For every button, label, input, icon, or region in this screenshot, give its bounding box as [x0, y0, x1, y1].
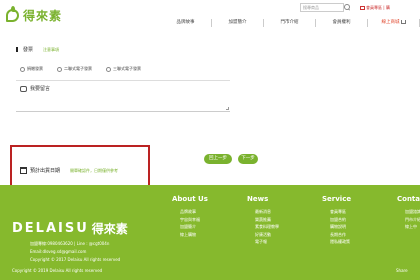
footer-col-service: Service 會員專區 加盟合約 購物說明 長期合作 隱私權政策	[300, 195, 375, 246]
footer-col-title: News	[247, 195, 269, 203]
footer-col-about: About Us 品牌故事 宇宙與幸福 加盟簡介 線上購物	[150, 195, 225, 246]
leaf-logo-icon	[6, 6, 19, 22]
option-three-part-invoice[interactable]: 三聯式電子發票	[106, 66, 141, 72]
delivery-date-row: 預計出貨日期 開單確認件，日期僅供參考	[20, 167, 118, 174]
footer-link[interactable]: 樂蔬推薦	[225, 216, 300, 224]
site-logo[interactable]: 得來素	[6, 6, 63, 24]
nav-brand-story[interactable]: 品牌故事	[160, 19, 212, 27]
site-header: 得來素 搜尋商品 會員專區 | 購 品牌故事 加盟簡介 門市介紹 會員權利 線上…	[0, 0, 420, 30]
footer-contact-info: 加盟專線:0980463620 | Line : @cgt004n Email:…	[30, 240, 120, 264]
footer-link[interactable]: 線上中	[375, 223, 420, 231]
copyright-line: Copyright © 2017 Delaisu All rights rese…	[30, 257, 121, 262]
footer-link[interactable]: 宇宙與幸福	[150, 216, 225, 224]
section-marker-icon	[16, 47, 20, 52]
footer-link[interactable]: 加盟簡介	[150, 223, 225, 231]
form-buttons: 回上一步 下一步	[204, 154, 258, 164]
footer-link[interactable]: 線上購物	[150, 231, 225, 239]
footer-link[interactable]: 最新消息	[225, 208, 300, 216]
footer-logo: DELAISU 得來素	[12, 220, 128, 237]
radio-icon[interactable]	[20, 66, 25, 72]
radio-icon[interactable]	[57, 66, 62, 72]
logo-text: 得來素	[23, 9, 63, 23]
footer-columns: About Us 品牌故事 宇宙與幸福 加盟簡介 線上購物 News 最新消息 …	[150, 195, 420, 246]
footer-col-news: News 最新消息 樂蔬推薦 素食料理教學 好康活動 電子報	[225, 195, 300, 246]
footer-link[interactable]: 加盟合約	[300, 216, 375, 224]
footer-link[interactable]: 長期合作	[300, 231, 375, 239]
site-footer: DELAISU 得來素 加盟專線:0980463620 | Line : @cg…	[0, 185, 420, 280]
footer-brand-cn: 得來素	[91, 222, 128, 236]
footer-link[interactable]: 素食料理教學	[225, 223, 300, 231]
footer-col-contact: Contact 加盟諮詢 門市介紹 線上中	[375, 195, 420, 246]
footer-link[interactable]: 電子報	[225, 238, 300, 246]
footer-col-title: Service	[322, 195, 352, 203]
footer-link[interactable]: 加盟諮詢	[375, 208, 420, 216]
delivery-date-label: 預計出貨日期	[30, 168, 61, 174]
message-textarea[interactable]	[16, 100, 230, 112]
calendar-icon	[20, 167, 27, 174]
footer-link[interactable]: 品牌故事	[150, 208, 225, 216]
footer-copyright: Copyright © 2019 Delaisu All rights rese…	[12, 268, 103, 273]
invoice-section: 發票 注意事項 捐贈發票 二聯式電子發票 三聯式電子發票	[16, 46, 230, 81]
search-input[interactable]: 搜尋商品	[300, 3, 344, 12]
nav-franchise[interactable]: 加盟簡介	[212, 19, 264, 27]
invoice-title: 發票 注意事項	[16, 46, 230, 53]
nav-stores[interactable]: 門市介紹	[264, 19, 316, 27]
share-link[interactable]: Share	[396, 268, 408, 273]
invoice-notes-link[interactable]: 注意事項	[43, 47, 59, 53]
footer-link[interactable]: 門市介紹	[375, 216, 420, 224]
nav-member-rights[interactable]: 會員權利	[316, 19, 368, 27]
footer-link[interactable]: 購物說明	[300, 223, 375, 231]
nav-online-shop[interactable]: 線上商城	[368, 19, 420, 27]
cart-icon	[400, 19, 406, 24]
prev-step-button[interactable]: 回上一步	[204, 154, 232, 164]
footer-link[interactable]: 隱私權政策	[300, 238, 375, 246]
option-donate-invoice[interactable]: 捐贈發票	[20, 66, 43, 72]
main-nav: 品牌故事 加盟簡介 門市介紹 會員權利 線上商城	[160, 19, 420, 27]
footer-link[interactable]: 好康活動	[225, 231, 300, 239]
message-title: 我要留言	[20, 85, 50, 92]
footer-col-title: Contact	[397, 195, 420, 203]
divider	[16, 80, 230, 81]
member-icon	[360, 6, 365, 10]
footer-col-title: About Us	[172, 195, 208, 203]
option-two-part-invoice[interactable]: 二聯式電子發票	[57, 66, 92, 72]
email-line: Email:dlsveg.sd@gmail.com	[30, 249, 87, 254]
chat-icon	[20, 85, 27, 92]
member-link[interactable]: 會員專區 | 購	[360, 5, 390, 11]
franchise-line: 加盟專線:0980463620 | Line : @cgt004n	[30, 241, 110, 246]
invoice-options: 捐贈發票 二聯式電子發票 三聯式電子發票	[20, 66, 155, 72]
radio-icon[interactable]	[106, 66, 111, 72]
search-icon[interactable]	[343, 3, 351, 12]
footer-link[interactable]: 會員專區	[300, 208, 375, 216]
next-step-button[interactable]: 下一步	[238, 154, 258, 164]
footer-brand: DELAISU	[12, 221, 89, 236]
resize-handle-icon[interactable]	[226, 107, 229, 110]
delivery-date-note: 開單確認件，日期僅供參考	[70, 167, 119, 173]
